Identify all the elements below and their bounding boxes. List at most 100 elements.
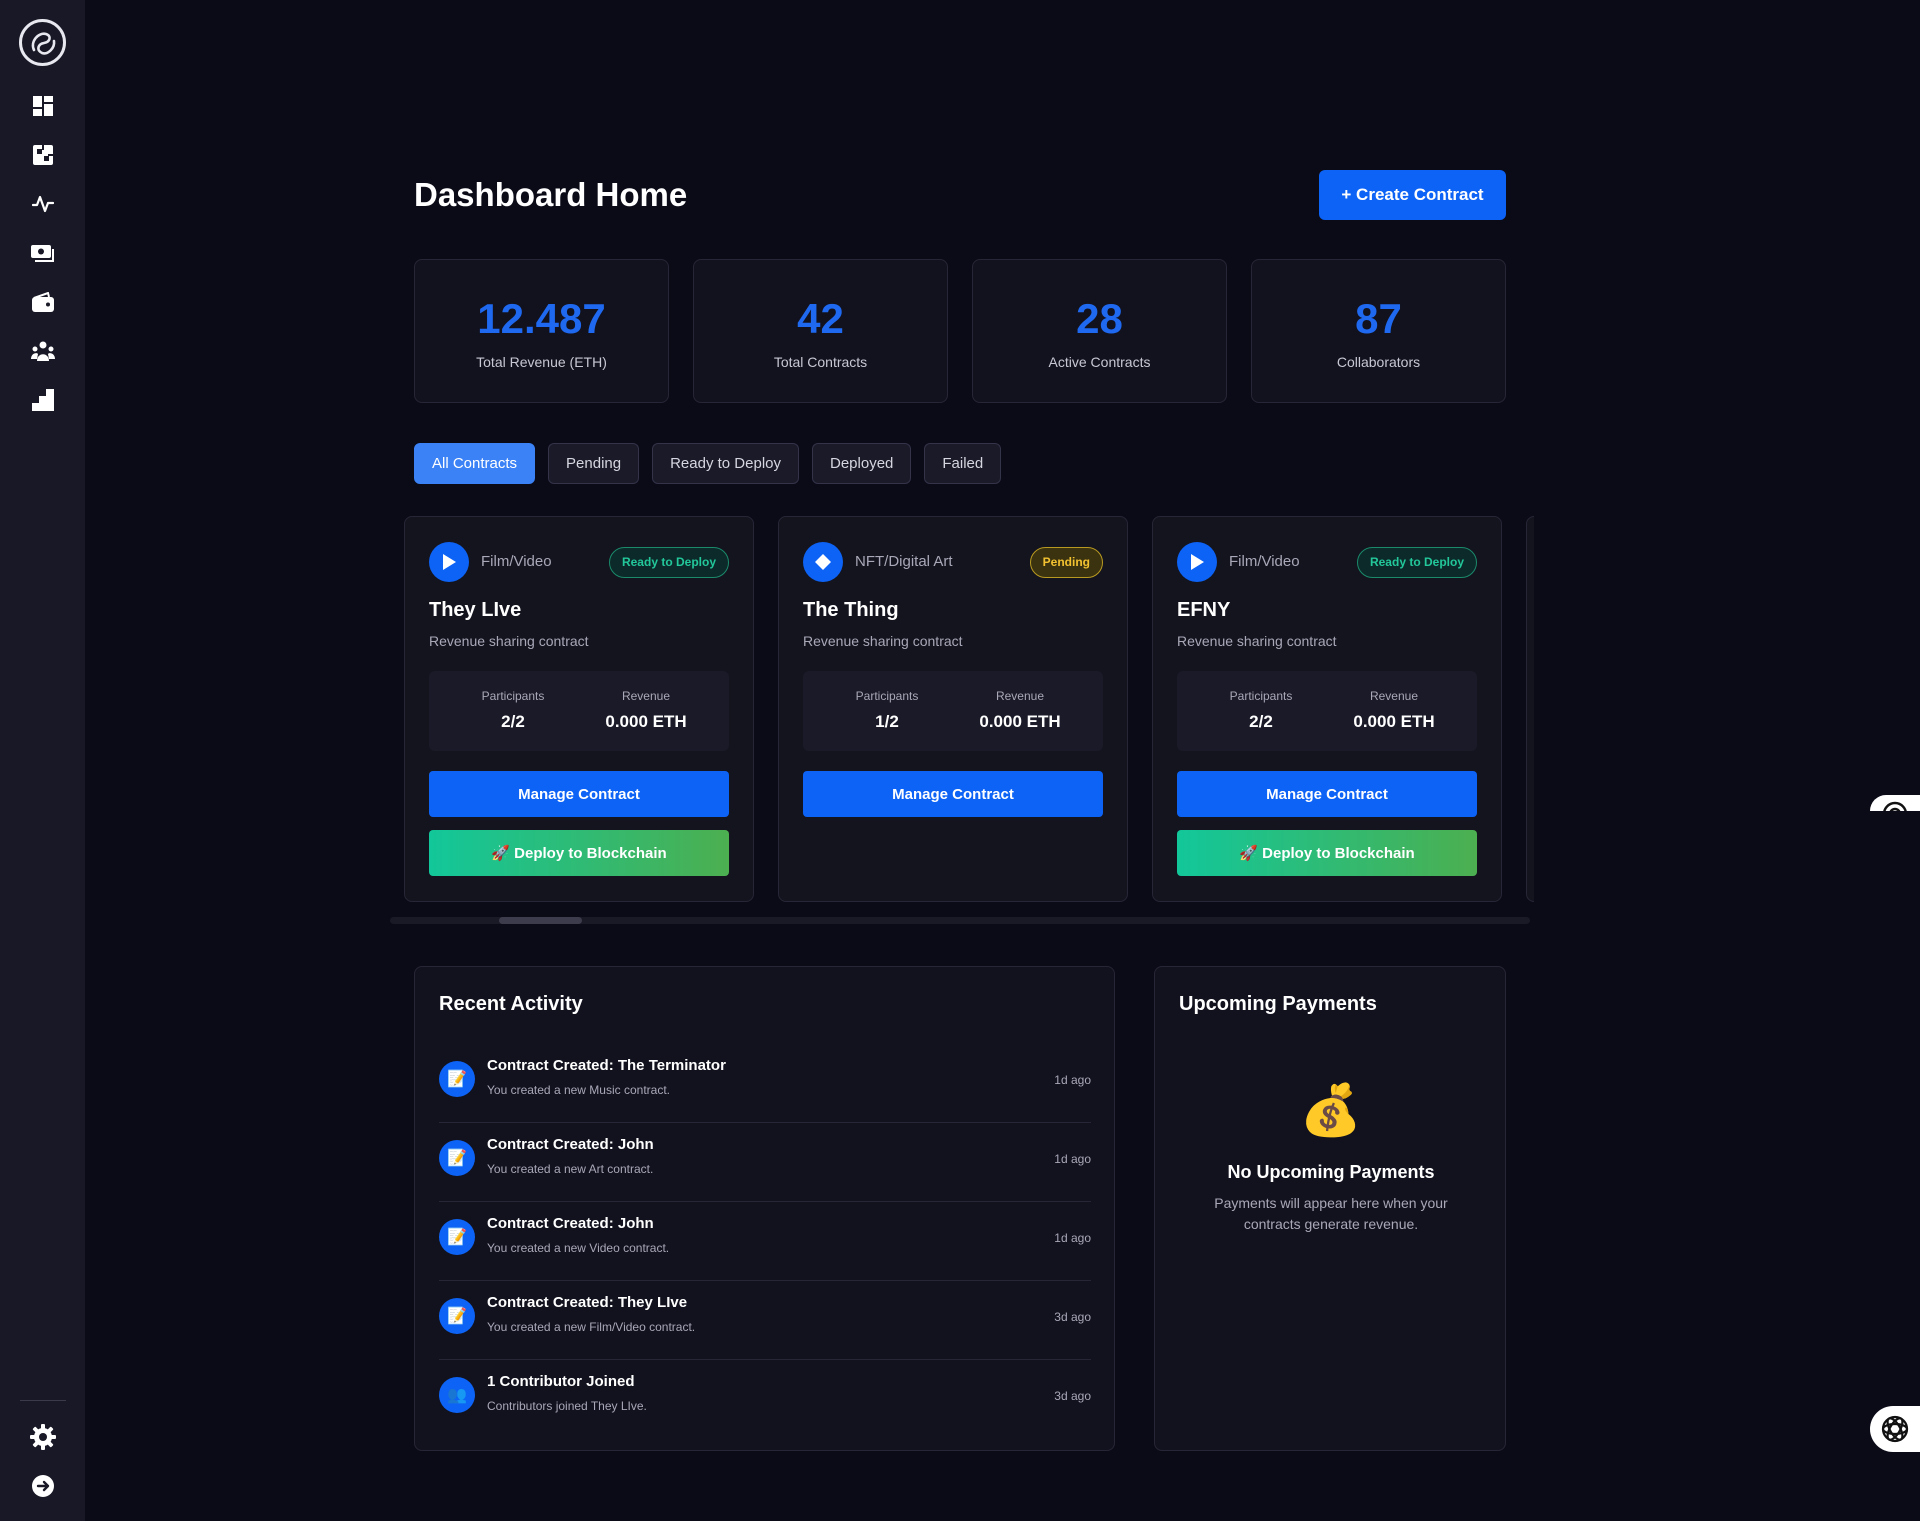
stat-label: Active Contracts (1048, 354, 1151, 370)
participants-label: Participants (1229, 689, 1293, 703)
contract-card: Film/Video Ready to Deploy They LIve Rev… (404, 516, 754, 902)
filter-deployed[interactable]: Deployed (812, 443, 912, 484)
deploy-to-blockchain-button[interactable]: 🚀 Deploy to Blockchain (429, 830, 729, 876)
users-icon: 👥 (439, 1377, 475, 1413)
stat-value: 12.487 (477, 295, 606, 342)
activity-desc: You created a new Music contract. (487, 1083, 670, 1097)
activity-item[interactable]: 👥 1 Contributor Joined Contributors join… (439, 1360, 1091, 1439)
activity-title: Contract Created: The Terminator (487, 1057, 726, 1074)
revenue-label: Revenue (995, 689, 1045, 703)
upcoming-payments-panel: Upcoming Payments 💰 No Upcoming Payments… (1154, 966, 1506, 1451)
contract-type: NFT/Digital Art (855, 553, 953, 570)
play-icon (1177, 542, 1217, 582)
activity-time: 3d ago (1054, 1389, 1091, 1403)
stat-card-active-contracts: 28 Active Contracts (972, 259, 1227, 403)
contracts-icon[interactable] (30, 142, 56, 168)
dashboard-icon[interactable] (30, 93, 56, 119)
stat-card-total-revenue: 12.487 Total Revenue (ETH) (414, 259, 669, 403)
contract-type: Film/Video (1229, 553, 1300, 570)
revenue-value: 0.000 ETH (605, 712, 687, 731)
revenue-label: Revenue (621, 689, 671, 703)
status-badge: Ready to Deploy (1356, 547, 1477, 578)
contract-card: NFT/Digital Art Pending The Thing Revenu… (778, 516, 1128, 902)
scrollbar-thumb[interactable] (499, 917, 582, 924)
page-header: Dashboard Home + Create Contract (414, 170, 1506, 222)
revenue-value: 0.000 ETH (979, 712, 1061, 731)
stat-card-total-contracts: 42 Total Contracts (693, 259, 948, 403)
contract-subtitle: Revenue sharing contract (803, 633, 963, 649)
contract-card: Film/Video Ready to Deploy EFNY Revenue … (1152, 516, 1502, 902)
stat-label: Total Revenue (ETH) (476, 354, 607, 370)
swirl-logo-icon[interactable] (19, 19, 66, 66)
contract-cards: Film/Video Ready to Deploy They LIve Rev… (404, 516, 1534, 902)
memo-icon: 📝 (439, 1219, 475, 1255)
activity-title: Contract Created: John (487, 1136, 654, 1153)
stat-value: 87 (1355, 295, 1402, 342)
filter-pending[interactable]: Pending (548, 443, 640, 484)
manage-contract-button[interactable]: Manage Contract (1177, 771, 1477, 817)
participants-value: 2/2 (501, 712, 525, 731)
money-bag-icon: 💰 (1299, 1082, 1363, 1138)
activity-desc: You created a new Video contract. (487, 1241, 670, 1255)
create-contract-button[interactable]: + Create Contract (1319, 170, 1506, 220)
activity-desc: Contributors joined They LIve. (487, 1399, 647, 1413)
recent-activity-panel: Recent Activity 📝 Contract Created: The … (414, 966, 1115, 1451)
activity-time: 1d ago (1054, 1152, 1091, 1166)
stat-label: Collaborators (1336, 354, 1421, 370)
gear-icon[interactable] (29, 1423, 57, 1451)
wallet-icon[interactable] (30, 289, 56, 315)
revenue-label: Revenue (1369, 689, 1419, 703)
filter-all-contracts[interactable]: All Contracts (414, 443, 536, 484)
empty-state: 💰 No Upcoming Payments Payments will app… (1155, 1082, 1507, 1235)
filter-failed[interactable]: Failed (924, 443, 1002, 484)
play-icon (429, 542, 469, 582)
contract-title: They LIve (429, 599, 522, 621)
page-title: Dashboard Home (414, 176, 688, 213)
activity-item[interactable]: 📝 Contract Created: They LIve You create… (439, 1281, 1091, 1360)
participants-label: Participants (855, 689, 919, 703)
activity-title: 1 Contributor Joined (487, 1373, 635, 1390)
stat-value: 28 (1076, 295, 1123, 342)
revenue-metric: Revenue 0.000 ETH (960, 689, 1080, 732)
contract-carousel[interactable]: Film/Video Ready to Deploy They LIve Rev… (404, 516, 1534, 926)
memo-icon: 📝 (439, 1140, 475, 1176)
filter-ready-to-deploy[interactable]: Ready to Deploy (652, 443, 799, 484)
contract-subtitle: Revenue sharing contract (1177, 633, 1337, 649)
activity-item[interactable]: 📝 Contract Created: John You created a n… (439, 1123, 1091, 1202)
contract-metrics: Participants 2/2 Revenue 0.000 ETH (1177, 671, 1477, 751)
manage-contract-button[interactable]: Manage Contract (429, 771, 729, 817)
payments-icon[interactable] (30, 240, 56, 266)
activity-icon[interactable] (30, 191, 56, 217)
status-badge: Ready to Deploy (608, 547, 729, 578)
participants-value: 2/2 (1249, 712, 1273, 731)
logout-icon[interactable] (29, 1472, 57, 1500)
activity-item[interactable]: 📝 Contract Created: John You created a n… (439, 1202, 1091, 1281)
sidebar-divider (19, 1400, 66, 1401)
panel-title: Upcoming Payments (1179, 993, 1377, 1015)
assistant-icon-partial[interactable] (1870, 795, 1920, 811)
assistant-icon[interactable] (1870, 1406, 1920, 1452)
participants-label: Participants (481, 689, 545, 703)
sidebar (0, 0, 85, 1521)
empty-title: No Upcoming Payments (1227, 1162, 1435, 1182)
stat-label: Total Contracts (773, 354, 868, 370)
contract-card-partial (1526, 516, 1534, 902)
contract-metrics: Participants 2/2 Revenue 0.000 ETH (429, 671, 729, 751)
status-badge: Pending (1029, 547, 1103, 578)
activity-desc: You created a new Art contract. (487, 1162, 654, 1176)
collaborators-icon[interactable] (30, 338, 56, 364)
memo-icon: 📝 (439, 1298, 475, 1334)
deploy-to-blockchain-button[interactable]: 🚀 Deploy to Blockchain (1177, 830, 1477, 876)
contract-type: Film/Video (481, 553, 552, 570)
activity-item[interactable]: 📝 Contract Created: The Terminator You c… (439, 1044, 1091, 1123)
manage-contract-button[interactable]: Manage Contract (803, 771, 1103, 817)
analytics-icon[interactable] (30, 387, 56, 413)
revenue-metric: Revenue 0.000 ETH (586, 689, 706, 732)
participants-metric: Participants 1/2 (827, 689, 947, 732)
contract-title: EFNY (1177, 599, 1231, 621)
stat-card-collaborators: 87 Collaborators (1251, 259, 1506, 403)
diamond-icon (803, 542, 843, 582)
carousel-scrollbar[interactable] (390, 917, 1530, 924)
activity-time: 3d ago (1054, 1310, 1091, 1324)
activity-time: 1d ago (1054, 1231, 1091, 1245)
